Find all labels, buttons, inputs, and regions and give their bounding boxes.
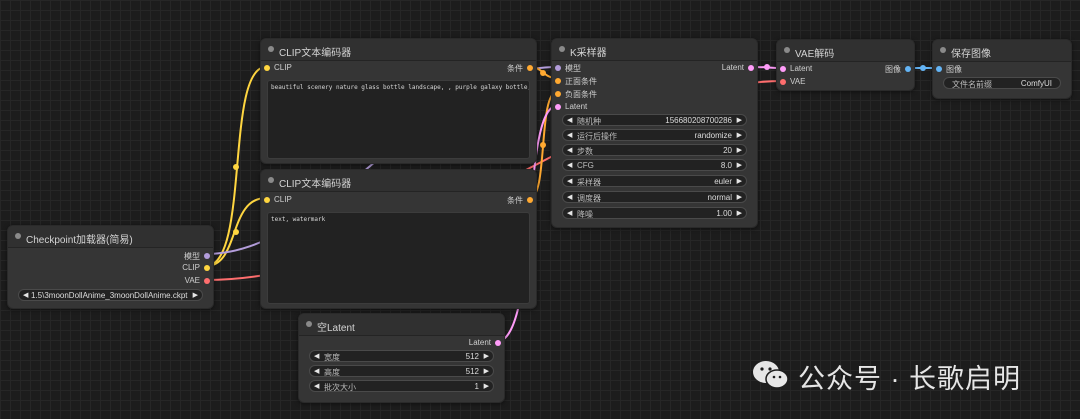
node-title-bar[interactable]: 保存图像 — [933, 40, 1071, 62]
latent-port-icon[interactable] — [780, 66, 786, 72]
conditioning-port-icon[interactable] — [527, 65, 533, 71]
vae-port-icon[interactable] — [780, 79, 786, 85]
latent-port-icon[interactable] — [495, 340, 501, 346]
node-title-bar[interactable]: VAE解码 — [777, 40, 914, 62]
arrow-right-icon[interactable]: ▶ — [193, 291, 198, 299]
image-port-icon[interactable] — [905, 66, 911, 72]
vae-port-icon[interactable] — [204, 278, 210, 284]
output-latent[interactable]: Latent — [451, 337, 501, 349]
node-title-bar[interactable]: CLIP文本编码器 — [261, 170, 536, 192]
save-image-node[interactable]: 保存图像 图像 文件名前缀 ComfyUI — [932, 39, 1072, 99]
checkpoint-loader-node[interactable]: Checkpoint加载器(简易) 模型 CLIP VAE ◀ 1.5\3moo… — [7, 225, 214, 309]
collapse-dot-icon[interactable] — [559, 46, 565, 52]
height-widget[interactable]: ◀ 高度 512 ▶ — [309, 365, 494, 377]
arrow-right-icon[interactable]: ▶ — [737, 131, 742, 139]
arrow-left-icon[interactable]: ◀ — [567, 116, 572, 124]
output-conditioning[interactable]: 条件 — [493, 62, 533, 74]
watermark-text: 公众号 · 长歌启明 — [798, 364, 1021, 394]
ckpt-name-combo[interactable]: ◀ 1.5\3moonDollAnime_3moonDollAnime.ckpt… — [18, 289, 203, 301]
node-title-bar[interactable]: 空Latent — [299, 314, 504, 336]
clip-text-encode-negative-node[interactable]: CLIP文本编码器 CLIP 条件 text, watermark — [260, 169, 537, 309]
clip-port-icon[interactable] — [204, 265, 210, 271]
steps-widget[interactable]: ◀ 步数 20 ▶ — [562, 144, 747, 156]
arrow-right-icon[interactable]: ▶ — [737, 146, 742, 154]
denoise-widget[interactable]: ◀ 降噪 1.00 ▶ — [562, 207, 747, 219]
node-title-bar[interactable]: CLIP文本编码器 — [261, 39, 536, 61]
arrow-left-icon[interactable]: ◀ — [567, 177, 572, 185]
arrow-left-icon[interactable]: ◀ — [567, 146, 572, 154]
output-model[interactable]: 模型 — [170, 250, 210, 262]
conditioning-port-icon[interactable] — [555, 91, 561, 97]
vae-decode-node[interactable]: VAE解码 Latent VAE 图像 — [776, 39, 915, 91]
output-conditioning[interactable]: 条件 — [493, 194, 533, 206]
arrow-right-icon[interactable]: ▶ — [737, 161, 742, 169]
filename-prefix-widget[interactable]: 文件名前缀 ComfyUI — [943, 77, 1061, 89]
node-title: 保存图像 — [951, 49, 991, 60]
collapse-dot-icon[interactable] — [306, 321, 312, 327]
arrow-left-icon[interactable]: ◀ — [567, 209, 572, 217]
conditioning-port-icon[interactable] — [527, 197, 533, 203]
collapse-dot-icon[interactable] — [268, 177, 274, 183]
prompt-text-area[interactable]: beautiful scenery nature glass bottle la… — [267, 80, 530, 159]
output-vae[interactable]: VAE — [170, 275, 210, 287]
output-clip[interactable]: CLIP — [170, 262, 210, 274]
conditioning-port-icon[interactable] — [555, 78, 561, 84]
output-image[interactable]: 图像 — [871, 63, 911, 75]
arrow-right-icon[interactable]: ▶ — [484, 352, 489, 360]
control-after-generate-widget[interactable]: ◀ 运行后操作 randomize ▶ — [562, 129, 747, 141]
arrow-left-icon[interactable]: ◀ — [314, 367, 319, 375]
arrow-left-icon[interactable]: ◀ — [567, 161, 572, 169]
clip-port-icon[interactable] — [264, 197, 270, 203]
sampler-widget[interactable]: ◀ 采样器 euler ▶ — [562, 175, 747, 187]
arrow-right-icon[interactable]: ▶ — [737, 193, 742, 201]
width-widget[interactable]: ◀ 宽度 512 ▶ — [309, 350, 494, 362]
node-title: K采样器 — [570, 48, 607, 59]
arrow-right-icon[interactable]: ▶ — [484, 367, 489, 375]
arrow-right-icon[interactable]: ▶ — [737, 177, 742, 185]
scheduler-widget[interactable]: ◀ 调度器 normal ▶ — [562, 191, 747, 203]
arrow-left-icon[interactable]: ◀ — [567, 193, 572, 201]
node-title: CLIP文本编码器 — [279, 179, 352, 190]
arrow-right-icon[interactable]: ▶ — [737, 209, 742, 217]
arrow-left-icon[interactable]: ◀ — [314, 352, 319, 360]
arrow-right-icon[interactable]: ▶ — [484, 382, 489, 390]
wechat-icon — [753, 361, 789, 389]
model-port-icon[interactable] — [555, 65, 561, 71]
node-title: VAE解码 — [795, 49, 835, 60]
node-title-bar[interactable]: Checkpoint加载器(简易) — [8, 226, 213, 248]
empty-latent-node[interactable]: 空Latent Latent ◀ 宽度 512 ▶ ◀ 高度 512 ▶ ◀ 批… — [298, 313, 505, 403]
batch-size-widget[interactable]: ◀ 批次大小 1 ▶ — [309, 380, 494, 392]
node-title-bar[interactable]: K采样器 — [552, 39, 757, 61]
clip-text-encode-positive-node[interactable]: CLIP文本编码器 CLIP 条件 beautiful scenery natu… — [260, 38, 537, 164]
clip-port-icon[interactable] — [264, 65, 270, 71]
collapse-dot-icon[interactable] — [784, 47, 790, 53]
ksampler-node[interactable]: K采样器 模型 正面条件 负面条件 Latent Latent ◀ 随机种 15… — [551, 38, 758, 228]
arrow-left-icon[interactable]: ◀ — [23, 291, 28, 299]
latent-port-icon[interactable] — [748, 65, 754, 71]
arrow-left-icon[interactable]: ◀ — [314, 382, 319, 390]
seed-widget[interactable]: ◀ 随机种 156680208700286 ▶ — [562, 114, 747, 126]
collapse-dot-icon[interactable] — [940, 47, 946, 53]
link-clip-to-negative — [205, 197, 267, 267]
link-clip-to-positive — [205, 66, 267, 267]
node-title: CLIP文本编码器 — [279, 48, 352, 59]
prompt-text-area[interactable]: text, watermark — [267, 212, 530, 304]
collapse-dot-icon[interactable] — [15, 233, 21, 239]
model-port-icon[interactable] — [204, 253, 210, 259]
cfg-widget[interactable]: ◀ CFG 8.0 ▶ — [562, 159, 747, 171]
node-title: Checkpoint加载器(简易) — [26, 235, 133, 246]
image-port-icon[interactable] — [936, 66, 942, 72]
collapse-dot-icon[interactable] — [268, 46, 274, 52]
latent-port-icon[interactable] — [555, 104, 561, 110]
node-title: 空Latent — [317, 323, 355, 334]
arrow-right-icon[interactable]: ▶ — [737, 116, 742, 124]
output-latent[interactable]: Latent — [704, 62, 754, 74]
arrow-left-icon[interactable]: ◀ — [567, 131, 572, 139]
